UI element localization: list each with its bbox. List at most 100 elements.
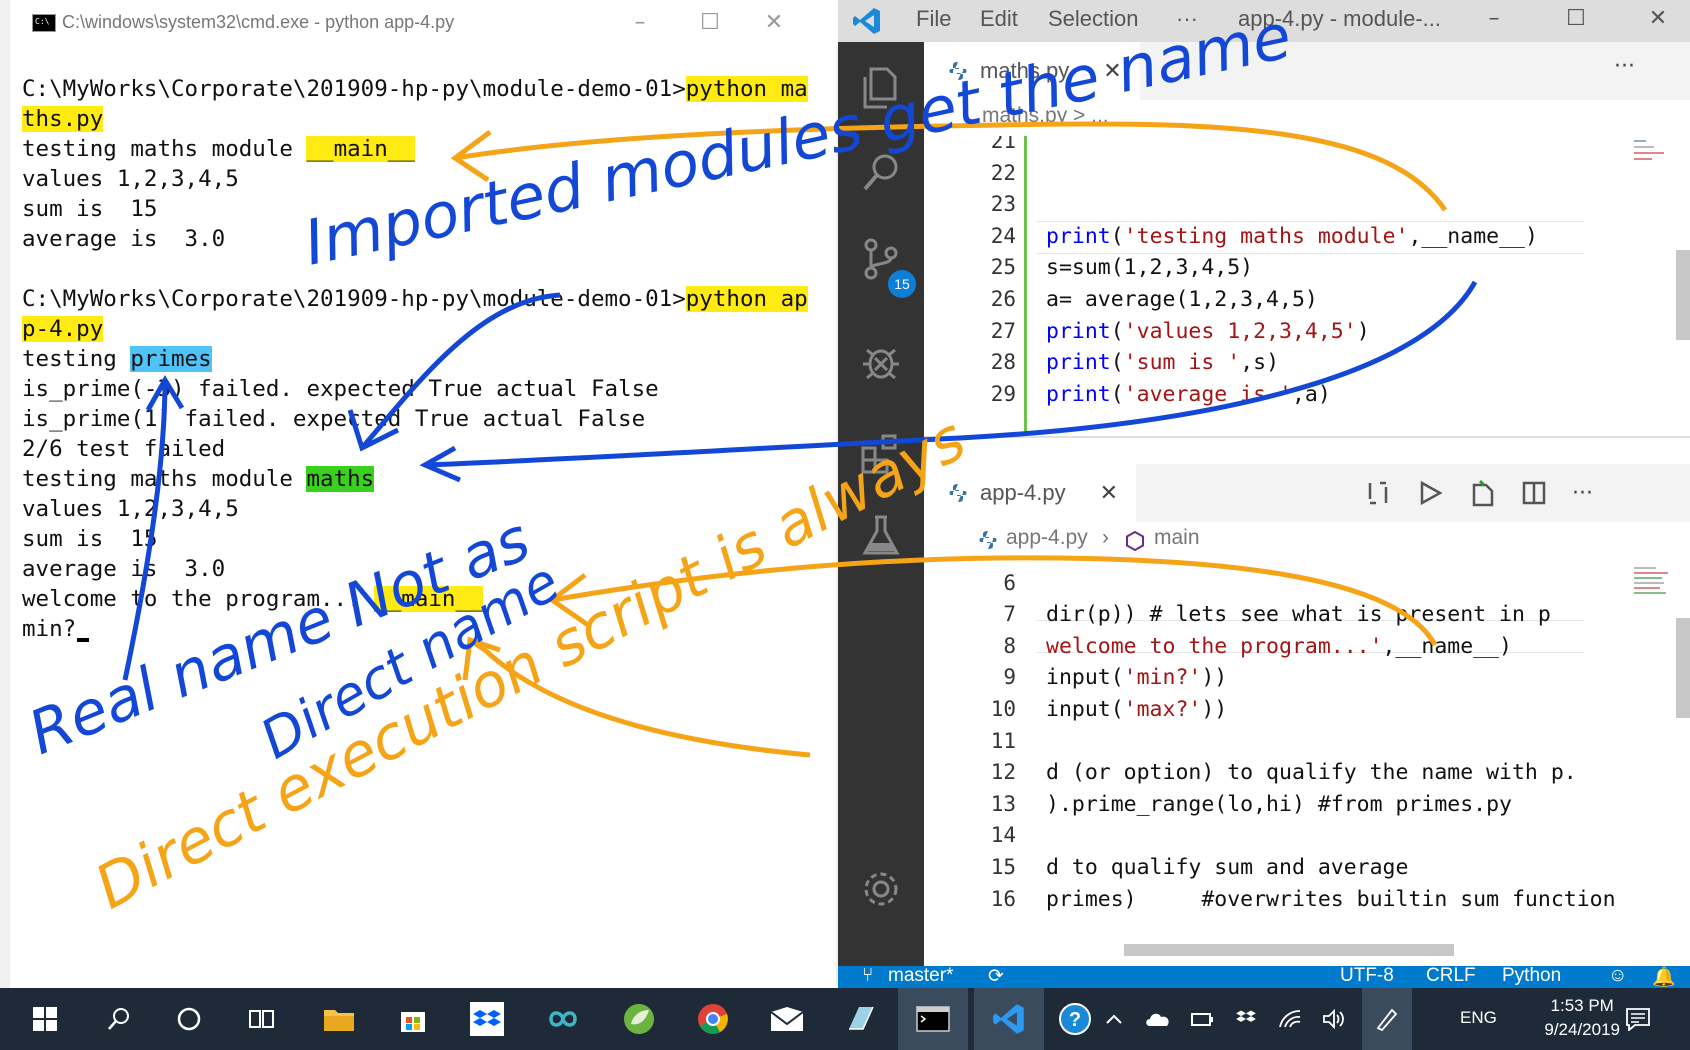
status-encoding[interactable]: UTF-8: [1340, 965, 1394, 987]
highlighted-text: __main__: [374, 586, 483, 612]
editor-split-divider[interactable]: [924, 436, 1690, 438]
code-line[interactable]: d (or option) to qualify the name with p…: [1046, 757, 1616, 789]
dropbox-icon[interactable]: [452, 988, 522, 1050]
more-actions-icon[interactable]: ···: [1614, 54, 1635, 79]
menu-more[interactable]: ···: [1176, 6, 1198, 32]
code-line[interactable]: primes) #overwrites builtin sum function: [1046, 884, 1616, 916]
open-changes-icon[interactable]: [1468, 479, 1496, 507]
test-flask-icon[interactable]: [838, 500, 924, 570]
vscode-maximize-icon[interactable]: ☐: [1556, 4, 1596, 34]
code-line[interactable]: [1046, 558, 1616, 568]
maximize-icon[interactable]: ☐: [690, 8, 730, 38]
cmd-output[interactable]: C:\MyWorks\Corporate\201909-hp-py\module…: [22, 74, 840, 644]
code-line[interactable]: [1046, 158, 1538, 190]
tab-app-4-py[interactable]: app-4.py ✕: [924, 464, 1137, 522]
extensions-icon[interactable]: [838, 417, 924, 487]
code-line[interactable]: input('max?')): [1046, 694, 1616, 726]
code-line[interactable]: a= average(1,2,3,4,5): [1046, 284, 1538, 316]
horizontal-scrollbar[interactable]: [1124, 944, 1454, 956]
minimap[interactable]: [1634, 136, 1674, 176]
code-line[interactable]: [1046, 820, 1616, 852]
cmd-titlebar[interactable]: C:\windows\system32\cmd.exe - python app…: [20, 0, 848, 46]
pen-workspace-icon[interactable]: [1362, 988, 1412, 1050]
infinity-app-icon[interactable]: [528, 988, 598, 1050]
minimap[interactable]: [1634, 564, 1674, 624]
code-line[interactable]: [1046, 189, 1538, 221]
top-code-editor[interactable]: 21 22 23 24 25 26 27 28 29 print('testing maths …: [924, 136, 1690, 436]
volume-icon[interactable]: [1314, 988, 1354, 1050]
menu-edit[interactable]: Edit: [980, 6, 1018, 32]
minimize-icon[interactable]: –: [620, 8, 660, 38]
wifi-icon[interactable]: [1270, 988, 1310, 1050]
line-number: 24: [990, 223, 1016, 248]
search-icon[interactable]: [838, 138, 924, 208]
git-branch-icon[interactable]: ⑂: [862, 965, 873, 987]
close-tab-icon[interactable]: ✕: [1100, 480, 1118, 506]
notifications-bell-icon[interactable]: 🔔: [1652, 965, 1676, 989]
code-line[interactable]: s=sum(1,2,3,4,5): [1046, 252, 1538, 284]
vscode-minimize-icon[interactable]: –: [1474, 4, 1514, 34]
status-eol[interactable]: CRLF: [1426, 965, 1476, 987]
cmd-window[interactable]: C:\windows\system32\cmd.exe - python app…: [0, 0, 848, 988]
bottom-editor-scrollbar[interactable]: [1676, 618, 1690, 718]
store-icon[interactable]: [378, 988, 448, 1050]
show-hidden-icons-icon[interactable]: [1094, 988, 1134, 1050]
code-lines[interactable]: dir(p)) # lets see what is present in p w…: [1046, 558, 1616, 915]
start-windows-icon[interactable]: [10, 988, 80, 1050]
dropbox-tray-icon[interactable]: [1226, 988, 1266, 1050]
code-line[interactable]: print('average is ',a): [1046, 379, 1538, 411]
code-line[interactable]: d to qualify sum and average: [1046, 852, 1616, 884]
menu-selection[interactable]: Selection: [1048, 6, 1139, 32]
compare-changes-icon[interactable]: [1364, 479, 1392, 507]
vscode-titlebar[interactable]: File Edit Selection ··· app-4.py - modul…: [838, 0, 1690, 42]
top-breadcrumb[interactable]: maths.py > ...: [924, 100, 1690, 136]
code-line[interactable]: welcome to the program...',__name__): [1046, 631, 1616, 663]
top-editor-scrollbar[interactable]: [1676, 250, 1690, 340]
code-line[interactable]: print('testing maths module',__name__): [1046, 221, 1538, 253]
tab-maths-py[interactable]: maths.py ✕: [924, 42, 1140, 100]
file-explorer-icon[interactable]: [304, 988, 374, 1050]
close-tab-icon[interactable]: ✕: [1103, 58, 1121, 84]
breadcrumb-path[interactable]: maths.py > ...: [982, 104, 1109, 128]
mail-icon[interactable]: [752, 988, 822, 1050]
debug-icon[interactable]: [838, 327, 924, 397]
code-line[interactable]: [1046, 726, 1616, 758]
spring-tools-icon[interactable]: [604, 988, 674, 1050]
close-icon[interactable]: ✕: [754, 8, 794, 38]
code-lines[interactable]: print('testing maths module',__name__) s=…: [1046, 136, 1538, 410]
vscode-close-icon[interactable]: ✕: [1638, 4, 1678, 34]
code-line[interactable]: dir(p)) # lets see what is present in p: [1046, 599, 1616, 631]
code-line[interactable]: print('values 1,2,3,4,5'): [1046, 316, 1538, 348]
bottom-code-editor[interactable]: 5 6 7 8 9 10 11 12 13 14 15 16 dir(p)) # lets see w…: [924, 558, 1690, 966]
action-center-icon[interactable]: [1608, 988, 1668, 1050]
onedrive-icon[interactable]: [1138, 988, 1178, 1050]
settings-gear-icon[interactable]: [838, 854, 924, 924]
explorer-icon[interactable]: [838, 52, 924, 122]
code-line[interactable]: print('sum is ',s): [1046, 347, 1538, 379]
code-line[interactable]: ).prime_range(lo,hi) #from primes.py: [1046, 789, 1616, 821]
task-view-icon[interactable]: [226, 988, 296, 1050]
cmd-taskbar-icon[interactable]: [898, 988, 968, 1050]
code-line[interactable]: [1046, 136, 1538, 158]
menu-file[interactable]: File: [916, 6, 951, 32]
run-file-icon[interactable]: [1416, 479, 1444, 507]
more-actions-icon[interactable]: ···: [1572, 481, 1593, 506]
chrome-icon[interactable]: [678, 988, 748, 1050]
feedback-smiley-icon[interactable]: ☺: [1608, 965, 1627, 987]
notepad-icon[interactable]: [826, 988, 896, 1050]
status-language[interactable]: Python: [1502, 965, 1561, 987]
code-line[interactable]: input('min?')): [1046, 662, 1616, 694]
sync-icon[interactable]: ⟳: [988, 965, 1004, 988]
code-token: d (or option) to qualify the name with p…: [1046, 760, 1577, 786]
battery-icon[interactable]: [1182, 988, 1222, 1050]
status-branch[interactable]: master*: [888, 965, 953, 987]
bottom-breadcrumb[interactable]: app-4.py › main: [924, 522, 1690, 558]
code-line[interactable]: [1046, 568, 1616, 600]
input-language[interactable]: ENG: [1460, 1008, 1497, 1028]
split-editor-icon[interactable]: [1520, 479, 1548, 507]
breadcrumb-file[interactable]: app-4.py: [1006, 526, 1088, 550]
taskbar-search-icon[interactable]: [84, 988, 154, 1050]
cortana-icon[interactable]: [154, 988, 224, 1050]
vscode-taskbar-icon[interactable]: [974, 988, 1044, 1050]
breadcrumb-symbol[interactable]: main: [1154, 526, 1200, 550]
